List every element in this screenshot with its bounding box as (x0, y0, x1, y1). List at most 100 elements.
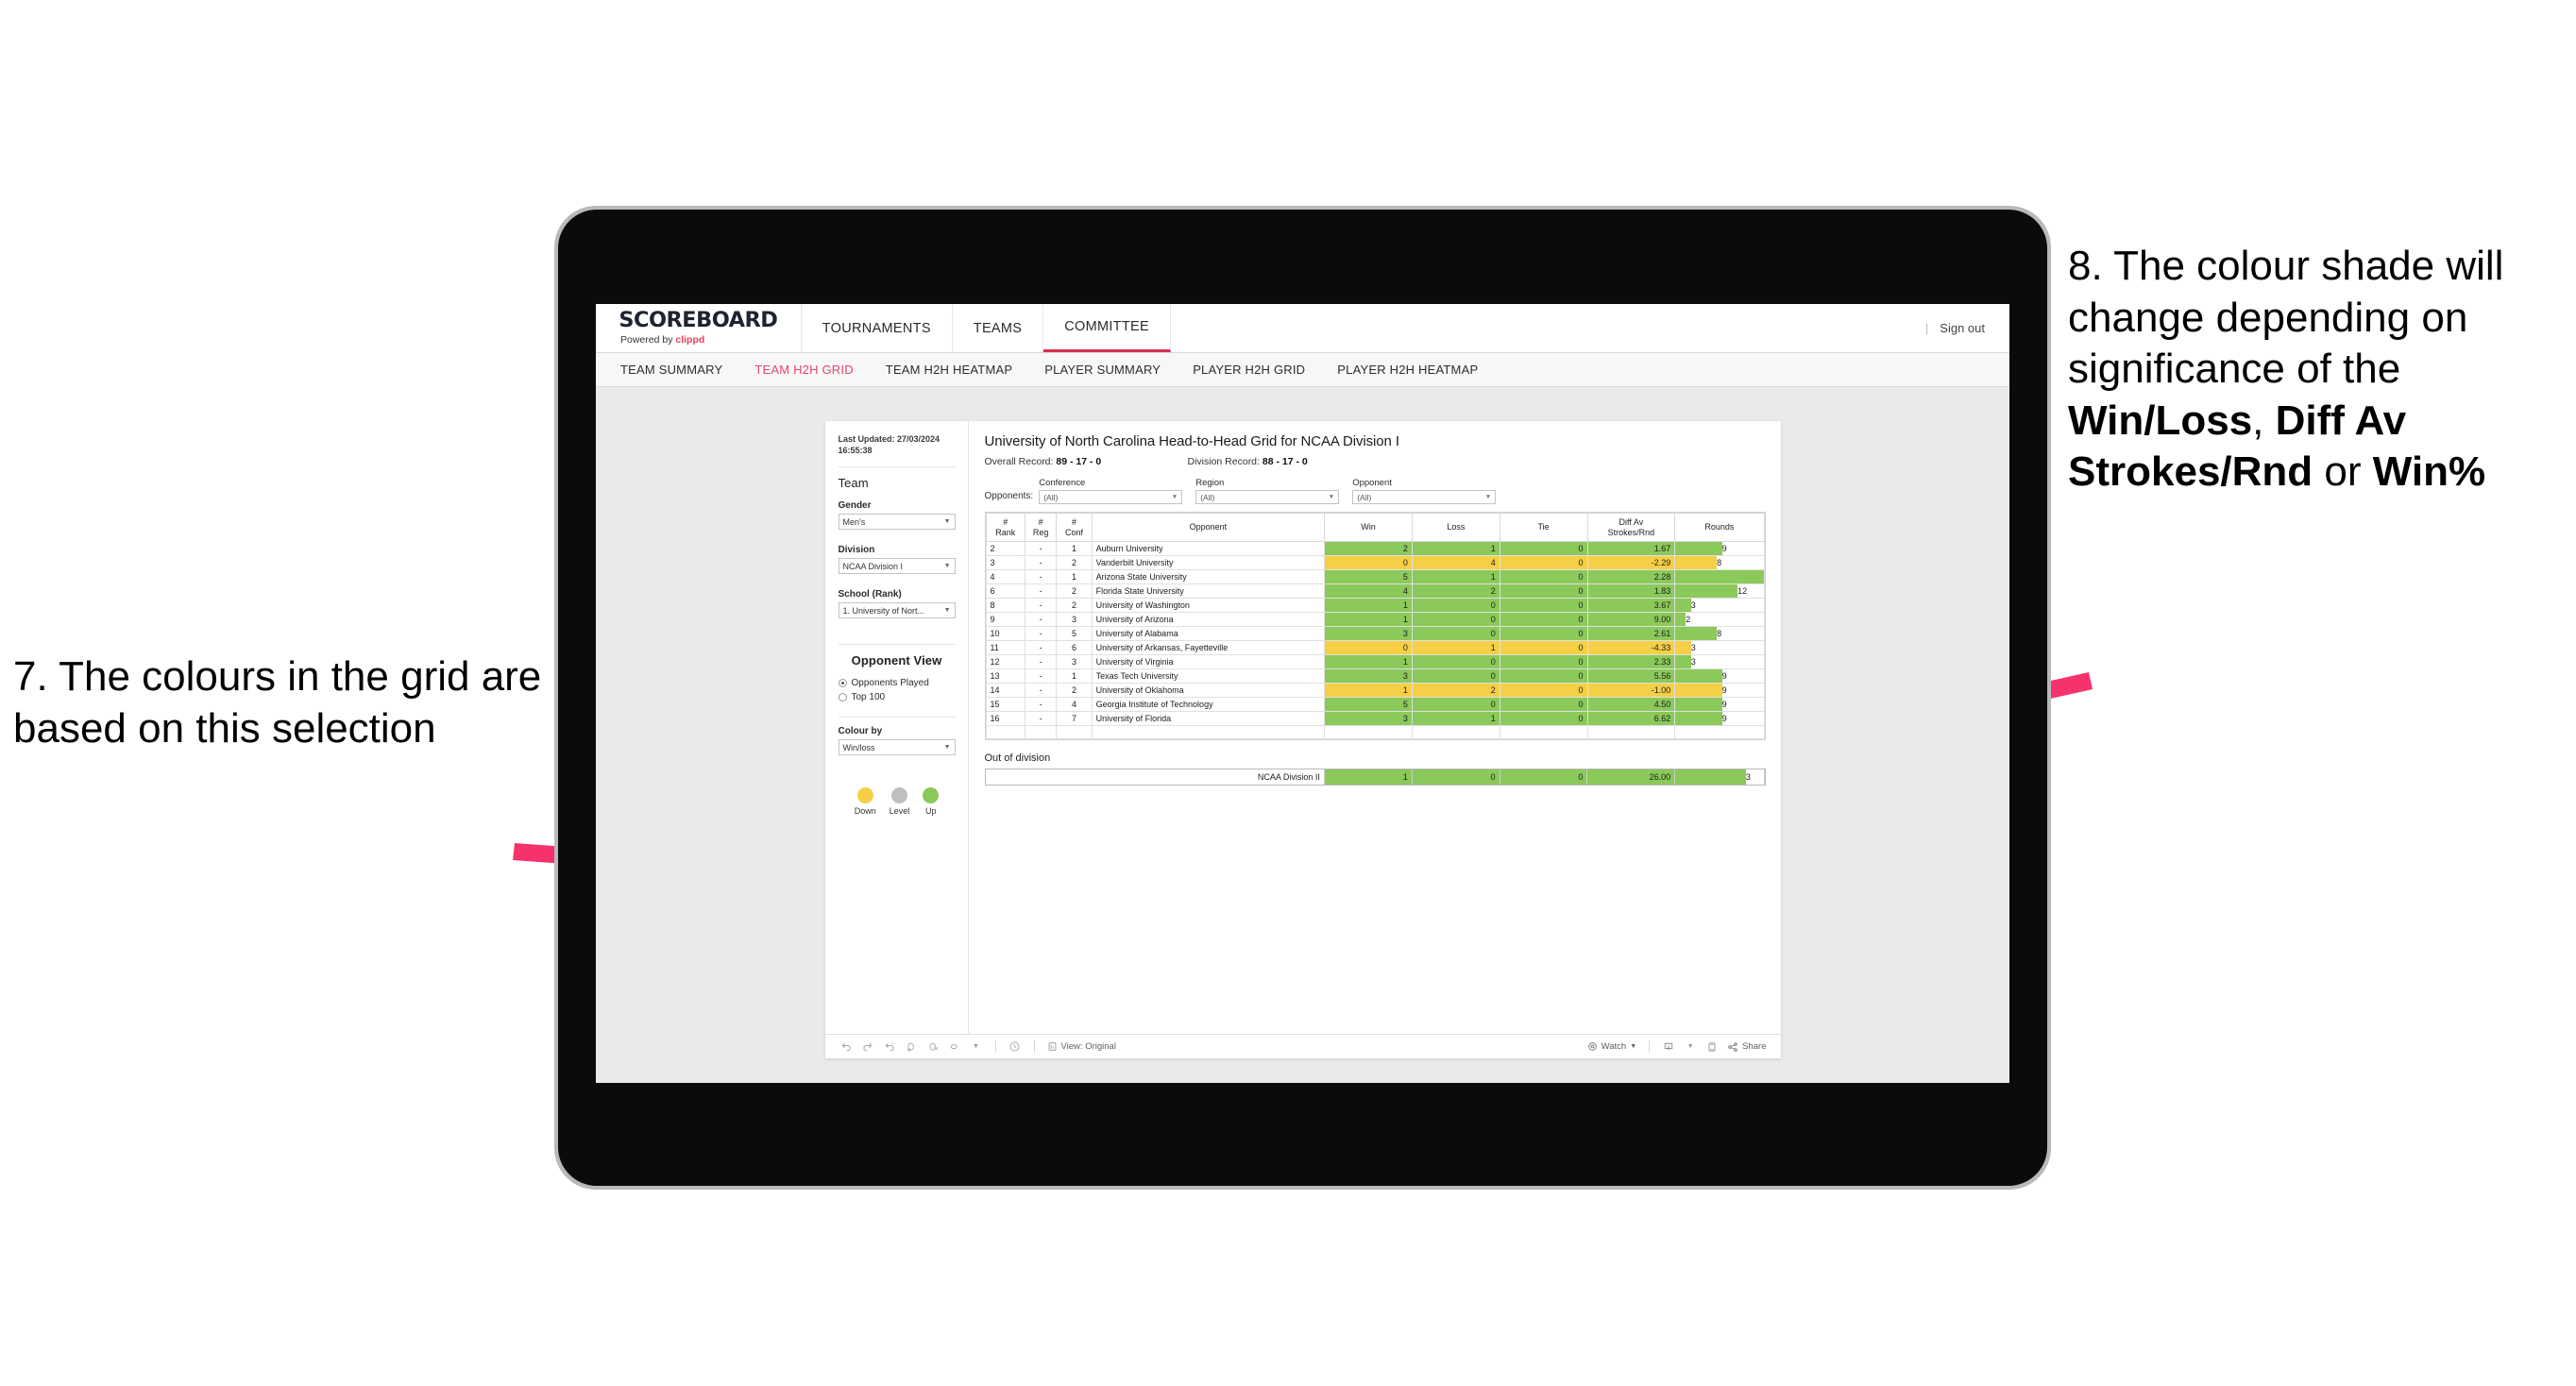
cell-tie: 0 (1499, 555, 1588, 570)
chevron-down-icon[interactable]: ▼ (1681, 1038, 1700, 1056)
fullscreen-icon[interactable] (1703, 1038, 1721, 1056)
cell-win: 3 (1324, 668, 1413, 684)
rounds-value: 9 (1721, 714, 1727, 723)
table-row[interactable]: 8-2 University of Washington 1 0 0 3.67 3 (985, 598, 1765, 613)
spacer-cell (1091, 724, 1326, 740)
table-row[interactable]: 13-1 Texas Tech University 3 0 0 5.56 9 (985, 668, 1765, 684)
table-row[interactable]: 4-1Arizona State University5102.2817 (985, 569, 1765, 584)
out-of-division-wrap: NCAA Division II 1 0 0 26.00 3 (984, 769, 1766, 786)
table-row[interactable]: 9-3 University of Arizona 1 0 0 9.00 2 (985, 612, 1765, 627)
rounds-value: 3 (1690, 600, 1696, 610)
table-row[interactable]: 6-2 Florida State University 4 2 0 1.83 12 (985, 583, 1765, 599)
view-original-button[interactable]: View: Original (1044, 1041, 1119, 1052)
table-row[interactable]: 11-6 University of Arkansas, Fayetteville… (985, 640, 1765, 655)
cell-loss: 4 (1411, 555, 1500, 570)
division-record-label: Division Record: (1187, 456, 1263, 467)
app-header: SCOREBOARD Powered by clippd TOURNAMENTS… (596, 304, 2009, 353)
gender-label: Gender (838, 500, 872, 512)
filter-conference-select[interactable]: (All) ▼ (1039, 490, 1183, 504)
cell-loss: 0 (1411, 697, 1500, 712)
filter-opponent-select[interactable]: (All) ▼ (1352, 490, 1497, 504)
cell-opponent: Arizona State University (1091, 569, 1326, 584)
table-row[interactable]: 15-4 Georgia Institute of Technology 5 0 0 4.… (985, 697, 1765, 712)
pause-icon[interactable] (924, 1038, 942, 1056)
refresh-icon[interactable] (902, 1038, 921, 1056)
tab-team-h2h-heatmap[interactable]: TEAM H2H HEATMAP (886, 363, 1012, 377)
divider (838, 717, 956, 718)
nav-item-tournaments[interactable]: TOURNAMENTS (802, 304, 953, 352)
cell-diff: 3.67 (1586, 598, 1676, 613)
tab-team-h2h-grid[interactable]: TEAM H2H GRID (754, 363, 853, 377)
undo-icon[interactable] (837, 1038, 856, 1056)
school-select[interactable]: 1. University of Nort... ▼ (838, 602, 956, 619)
cell-loss: 0 (1411, 598, 1500, 613)
column-header-1[interactable]: # Reg (1025, 513, 1058, 542)
column-header-3[interactable]: Opponent (1091, 513, 1326, 542)
gender-select[interactable]: Men's ▼ (838, 514, 956, 531)
cell-tie: 0 (1499, 541, 1588, 556)
cell-win: 0 (1324, 640, 1413, 655)
tab-player-h2h-grid[interactable]: PLAYER H2H GRID (1193, 363, 1305, 377)
gender-value: Men's (842, 516, 866, 527)
cell-tie: 0 (1499, 654, 1588, 669)
brand-sub-name: clippd (675, 334, 705, 346)
revert-icon[interactable] (880, 1038, 899, 1056)
filter-opponent-value: (All) (1357, 492, 1372, 502)
colour-by-select[interactable]: Win/loss ▼ (838, 739, 956, 756)
chevron-down-icon[interactable]: ▼ (967, 1038, 986, 1056)
cell-reg: - (1025, 569, 1058, 584)
division-record-value: 88 - 17 - 0 (1262, 456, 1308, 467)
cell-rank: 10 (985, 626, 1026, 641)
view-original-label: View: Original (1060, 1041, 1116, 1052)
sign-out-link[interactable]: Sign out (1940, 321, 1985, 335)
tab-team-summary[interactable]: TEAM SUMMARY (620, 363, 722, 377)
cell-conf: 4 (1056, 697, 1093, 712)
colour-by-label: Colour by (838, 726, 883, 737)
nav-item-committee[interactable]: COMMITTEE (1043, 304, 1171, 352)
column-header-5[interactable]: Loss (1411, 513, 1500, 542)
tab-player-h2h-heatmap[interactable]: PLAYER H2H HEATMAP (1337, 363, 1478, 377)
redo-icon[interactable] (858, 1038, 877, 1056)
column-header-2[interactable]: # Conf (1056, 513, 1093, 542)
toolbar-separator (994, 1040, 996, 1053)
table-row[interactable]: 16-7 University of Florida 3 1 0 6.62 9 (985, 711, 1765, 726)
cell-tie: 0 (1499, 640, 1588, 655)
watch-button[interactable]: Watch ▼ (1585, 1041, 1640, 1052)
cell-win: 1 (1324, 612, 1413, 627)
viz-sidebar: Last Updated: 27/03/2024 16:55:38 Team G… (824, 421, 969, 1034)
share-button[interactable]: Share (1724, 1041, 1769, 1053)
table-row[interactable]: 3-2 Vanderbilt University 0 4 0 -2.29 8 (985, 555, 1765, 570)
cell-diff: 2.33 (1586, 654, 1676, 669)
cell-rank: 14 (985, 683, 1026, 698)
filter-conference-label: Conference (1039, 478, 1086, 488)
rectangle-select-icon[interactable] (945, 1038, 964, 1056)
table-row[interactable]: 14-2 University of Oklahoma 1 2 0 -1.00 9 (985, 683, 1765, 698)
legend-item-down: Down (855, 787, 876, 816)
column-header-4[interactable]: Win (1324, 513, 1413, 542)
column-header-7[interactable]: Diff Av Strokes/Rnd (1586, 513, 1676, 542)
out-of-division-title: Out of division (984, 752, 1051, 765)
filter-region-select[interactable]: (All) ▼ (1195, 490, 1340, 504)
h2h-grid-table-wrap: # Rank # Reg # Conf Opponent Win Loss Tie Diff Av S… (984, 512, 1766, 741)
out-of-division-row[interactable]: NCAA Division II 1 0 0 26.00 3 (985, 769, 1765, 786)
division-select[interactable]: NCAA Division I ▼ (838, 558, 956, 575)
cell-diff: 1.67 (1586, 541, 1676, 556)
column-header-6[interactable]: Tie (1499, 513, 1588, 542)
table-row[interactable]: 10-5 University of Alabama 3 0 0 2.61 8 (985, 626, 1765, 641)
column-header-8[interactable]: Rounds (1674, 513, 1765, 542)
cell-conf: 2 (1056, 583, 1093, 599)
download-icon[interactable] (1659, 1038, 1678, 1056)
cell-opponent: University of Washington (1091, 598, 1326, 613)
cell-loss: 1 (1411, 541, 1500, 556)
table-row[interactable]: 12-3 University of Virginia 1 0 0 2.33 3 (985, 654, 1765, 669)
nav-item-teams[interactable]: TEAMS (953, 304, 1044, 352)
rounds-value: 9 (1721, 671, 1727, 681)
tab-player-summary[interactable]: PLAYER SUMMARY (1044, 363, 1161, 377)
radio-opponents-played[interactable]: Opponents Played (838, 678, 956, 688)
radio-top-100[interactable]: Top 100 (838, 692, 956, 702)
clock-icon[interactable] (1006, 1038, 1025, 1056)
filter-conference: Conference (All) ▼ (1039, 478, 1183, 504)
table-row[interactable]: 2-1 Auburn University 2 1 0 1.67 9 (985, 541, 1765, 556)
cell-win: 4 (1324, 583, 1413, 599)
column-header-0[interactable]: # Rank (985, 513, 1026, 542)
